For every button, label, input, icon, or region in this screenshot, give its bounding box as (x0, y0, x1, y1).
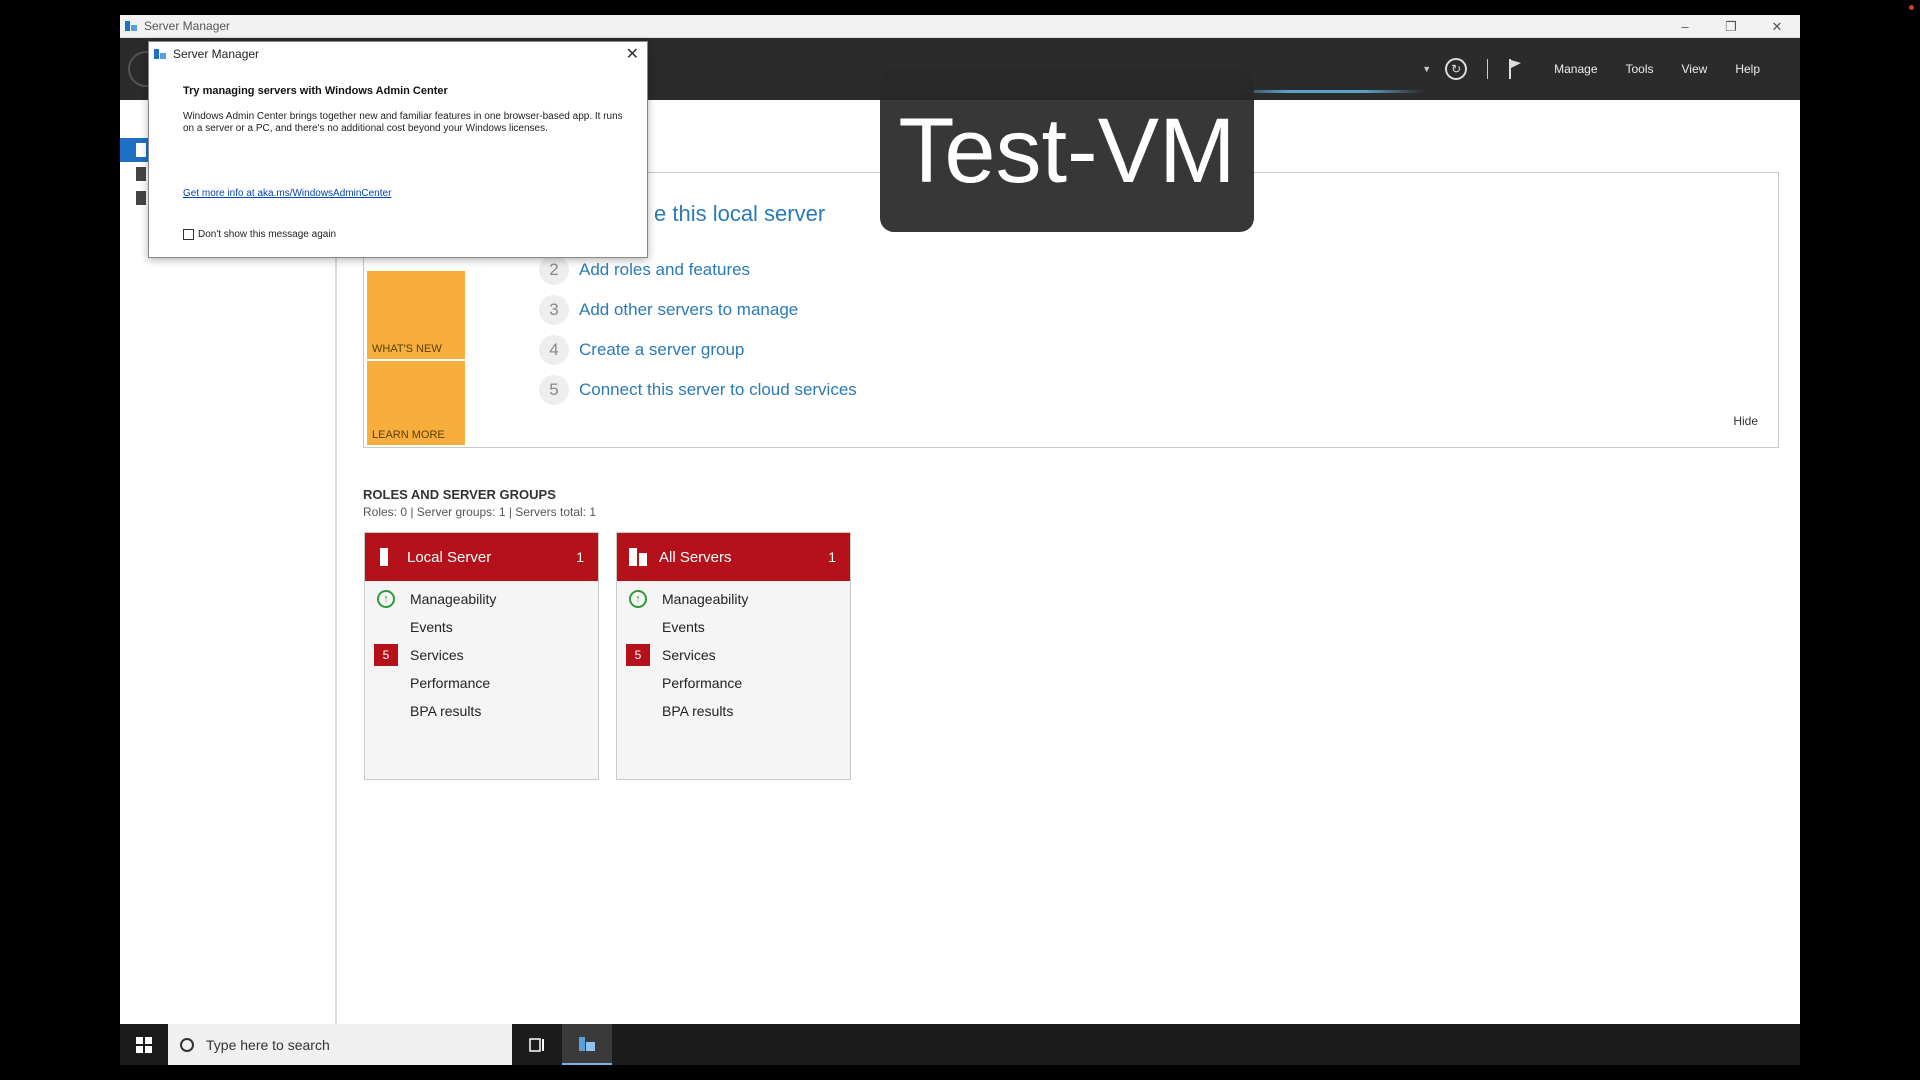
close-button[interactable]: ✕ (1754, 15, 1800, 38)
server-manager-taskbar-icon[interactable] (562, 1024, 612, 1065)
taskbar-search[interactable]: Type here to search (168, 1024, 512, 1065)
learn-more-tab[interactable]: LEARN MORE (367, 361, 465, 445)
dialog-heading: Try managing servers with Windows Admin … (183, 85, 448, 97)
menu-help[interactable]: Help (1721, 62, 1774, 76)
roles-heading: ROLES AND SERVER GROUPS (363, 487, 556, 502)
menu-view[interactable]: View (1668, 62, 1722, 76)
minimize-button[interactable]: – (1662, 15, 1708, 38)
whats-new-tab[interactable]: WHAT'S NEW (367, 271, 465, 359)
dialog-close-button[interactable]: ✕ (626, 44, 639, 64)
menu-tools[interactable]: Tools (1612, 62, 1668, 76)
row-manageability[interactable]: ↑ Manageability (617, 585, 850, 613)
step-add-servers[interactable]: 3 Add other servers to manage (539, 295, 798, 325)
dialog-titlebar: Server Manager (149, 42, 647, 66)
tile-header[interactable]: Local Server 1 (365, 533, 598, 581)
checkbox-box[interactable] (183, 229, 194, 240)
vm-name-overlay: Test-VM (880, 70, 1254, 232)
chevron-down-icon[interactable]: ▼ (1422, 64, 1431, 74)
progress-bar (1228, 90, 1424, 93)
row-manageability[interactable]: ↑ Manageability (365, 585, 598, 613)
local-server-tile[interactable]: Local Server 1 ↑ Manageability Events 5 Se… (364, 532, 599, 780)
taskbar: Type here to search (120, 1024, 1800, 1065)
alert-badge: 5 (374, 644, 398, 666)
alert-badge: 5 (626, 644, 650, 666)
start-button[interactable] (120, 1024, 168, 1065)
vm-screen: Server Manager – ❐ ✕ ▼ ↻ Manage Tools Vi… (120, 15, 1800, 1065)
nav-local-server[interactable] (120, 162, 150, 186)
window-titlebar: Server Manager – ❐ ✕ (120, 15, 1800, 38)
tile-count: 1 (576, 549, 584, 565)
up-arrow-ok-icon: ↑ (629, 590, 647, 608)
row-performance[interactable]: Performance (365, 669, 598, 697)
windows-logo-icon (136, 1036, 152, 1053)
nav-all-servers[interactable] (120, 186, 150, 210)
search-icon (180, 1037, 194, 1052)
tile-header[interactable]: All Servers 1 (617, 533, 850, 581)
row-performance[interactable]: Performance (617, 669, 850, 697)
all-servers-tile[interactable]: All Servers 1 ↑ Manageability Events 5 Ser… (616, 532, 851, 780)
server-manager-icon (124, 19, 138, 33)
step-create-group[interactable]: 4 Create a server group (539, 335, 744, 365)
window-title: Server Manager (144, 19, 231, 33)
dashboard-icon (136, 143, 146, 157)
roles-stats: Roles: 0 | Server groups: 1 | Servers to… (363, 505, 597, 519)
step-add-roles[interactable]: 2 Add roles and features (539, 255, 750, 285)
row-events[interactable]: Events (617, 613, 850, 641)
header-divider (1487, 59, 1489, 79)
server-icon (377, 548, 391, 566)
welcome-title[interactable]: e this local server (654, 201, 825, 227)
row-events[interactable]: Events (365, 613, 598, 641)
wac-dialog: Server Manager ✕ Try managing servers wi… (148, 41, 648, 258)
server-manager-icon (153, 47, 167, 61)
nav-dashboard[interactable] (120, 138, 150, 162)
row-services[interactable]: 5 Services (365, 641, 598, 669)
menu-manage[interactable]: Manage (1540, 62, 1611, 76)
notifications-flag-icon[interactable] (1508, 59, 1522, 79)
up-arrow-ok-icon: ↑ (377, 590, 395, 608)
local-server-icon (136, 167, 146, 181)
tile-count: 1 (828, 549, 836, 565)
status-dot (1909, 5, 1914, 10)
row-bpa[interactable]: BPA results (365, 697, 598, 725)
step-connect-cloud[interactable]: 5 Connect this server to cloud services (539, 375, 857, 405)
dont-show-checkbox[interactable]: Don't show this message again (183, 229, 336, 240)
refresh-icon[interactable]: ↻ (1445, 58, 1468, 80)
wac-info-link[interactable]: Get more info at aka.ms/WindowsAdminCent… (183, 188, 391, 199)
all-servers-icon (136, 191, 146, 205)
servers-icon (629, 548, 647, 566)
row-services[interactable]: 5 Services (617, 641, 850, 669)
hide-link[interactable]: Hide (1733, 414, 1758, 428)
dialog-body: Windows Admin Center brings together new… (183, 111, 623, 134)
row-bpa[interactable]: BPA results (617, 697, 850, 725)
restore-button[interactable]: ❐ (1708, 15, 1754, 38)
task-view-icon[interactable] (512, 1024, 562, 1065)
